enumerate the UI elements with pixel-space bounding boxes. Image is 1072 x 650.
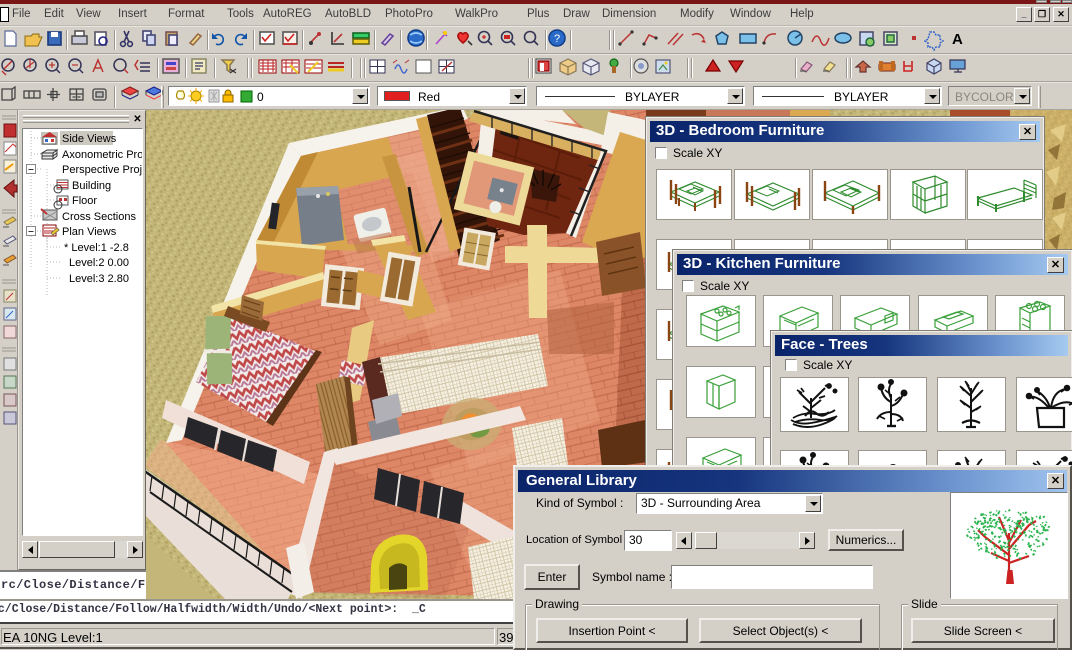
svg-text:Floor: Floor [72,195,97,207]
svg-text:A: A [952,31,963,48]
svg-text:Building: Building [72,180,111,192]
svg-text:Perspective Projec: Perspective Projec [62,164,142,176]
svg-text:Level:2 0.00: Level:2 0.00 [69,257,129,269]
svg-text:Axonometric Proje: Axonometric Proje [62,149,142,161]
svg-text:?: ? [554,33,560,45]
svg-text:Cross Sections: Cross Sections [62,211,136,223]
svg-text:* Level:1 -2.8: * Level:1 -2.8 [64,242,129,254]
svg-text:Level:3 2.80: Level:3 2.80 [69,273,129,285]
svg-text:Side Views: Side Views [62,133,117,145]
svg-text:Plan Views: Plan Views [62,226,117,238]
